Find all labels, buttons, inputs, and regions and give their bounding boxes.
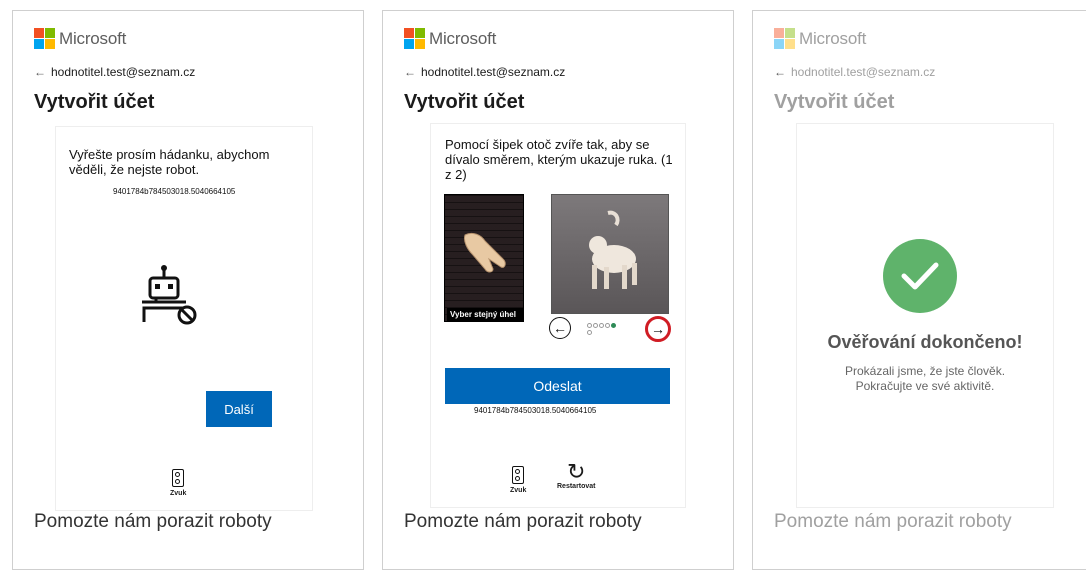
- back-to-email[interactable]: ← hodnotitel.test@seznam.cz: [404, 65, 565, 79]
- animal-figure-icon: [589, 210, 637, 289]
- reference-hand-image: Vyber stejný úhel: [444, 194, 524, 322]
- help-heading: Pomozte nám porazit roboty: [34, 511, 272, 532]
- account-email: hodnotitel.test@seznam.cz: [421, 65, 566, 79]
- microsoft-logo: Microsoft: [774, 28, 866, 49]
- page-title: Vytvořit účet: [34, 91, 155, 113]
- microsoft-logo-icon: [34, 28, 55, 49]
- captcha-panel-complete: Microsoft ← hodnotitel.test@seznam.cz Vyt…: [752, 10, 1086, 570]
- rotate-right-button[interactable]: →: [645, 316, 671, 342]
- sound-label: Zvuk: [510, 487, 527, 494]
- puzzle-frame: Vyřešte prosím hádanku, abychom věděli, …: [55, 126, 313, 511]
- audio-challenge-button[interactable]: Zvuk: [510, 466, 526, 494]
- audio-challenge-button[interactable]: Zvuk: [170, 469, 186, 497]
- verification-message: Prokázali jsme, že jste člověk. Pokračuj…: [797, 364, 1053, 394]
- robot-icon: [142, 265, 197, 325]
- back-to-email[interactable]: ← hodnotitel.test@seznam.cz: [774, 65, 935, 79]
- page-title: Vytvořit účet: [404, 91, 525, 113]
- microsoft-logo: Microsoft: [34, 28, 126, 49]
- rotate-left-button[interactable]: ←: [549, 317, 571, 339]
- arrow-right-icon: →: [651, 321, 665, 337]
- rotation-progress-extra: [587, 330, 592, 335]
- microsoft-logo-icon: [404, 28, 425, 49]
- help-heading: Pomozte nám porazit roboty: [404, 511, 642, 532]
- rotation-controls: ← →: [549, 315, 671, 343]
- captcha-panel-intro: Microsoft ← hodnotitel.test@seznam.cz Vyt…: [12, 10, 364, 570]
- refresh-icon: ↻: [567, 459, 586, 484]
- checkmark-icon: [883, 239, 957, 313]
- speaker-icon: [512, 466, 525, 484]
- session-id: 9401784b784503018.5040664105: [474, 406, 597, 415]
- back-arrow-icon: ←: [34, 65, 46, 79]
- puzzle-prompt: Pomocí šipek otoč zvíře tak, aby se díva…: [445, 137, 673, 182]
- help-heading: Pomozte nám porazit roboty: [774, 511, 1012, 532]
- microsoft-logo: Microsoft: [404, 28, 496, 49]
- back-arrow-icon: ←: [404, 65, 416, 79]
- rotatable-animal-image: [551, 194, 669, 314]
- brand-name: Microsoft: [799, 28, 867, 48]
- verification-line-1: Prokázali jsme, že jste člověk.: [844, 364, 1006, 378]
- page-title: Vytvořit účet: [774, 91, 895, 113]
- account-email: hodnotitel.test@seznam.cz: [51, 65, 196, 79]
- submit-button[interactable]: Odeslat: [445, 368, 670, 404]
- sound-label: Zvuk: [170, 490, 187, 497]
- verification-line-2: Pokračujte ve své aktivitě.: [855, 379, 995, 393]
- captcha-panel-puzzle: Microsoft ← hodnotitel.test@seznam.cz Vyt…: [382, 10, 734, 570]
- puzzle-frame: Pomocí šipek otoč zvíře tak, aby se díva…: [430, 123, 686, 508]
- rotation-progress: [587, 323, 616, 328]
- pointing-hand-icon: [464, 232, 506, 273]
- microsoft-logo-icon: [774, 28, 795, 49]
- reference-label: Vyber stejný úhel: [447, 308, 523, 321]
- verification-title: Ověřování dokončeno!: [827, 332, 1023, 352]
- account-email: hodnotitel.test@seznam.cz: [791, 65, 936, 79]
- verification-result-frame: Ověřování dokončeno! Prokázali jsme, že …: [796, 123, 1054, 508]
- session-id: 9401784b784503018.5040664105: [113, 187, 236, 196]
- puzzle-prompt: Vyřešte prosím hádanku, abychom věděli, …: [69, 147, 270, 177]
- brand-name: Microsoft: [429, 28, 497, 48]
- speaker-icon: [172, 469, 185, 487]
- next-button[interactable]: Další: [206, 391, 272, 427]
- brand-name: Microsoft: [59, 28, 127, 48]
- back-arrow-icon: ←: [774, 65, 786, 79]
- restart-button[interactable]: ↻ Restartovat: [557, 459, 596, 491]
- back-to-email[interactable]: ← hodnotitel.test@seznam.cz: [34, 65, 195, 79]
- restart-label: Restartovat: [557, 483, 596, 490]
- arrow-left-icon: ←: [553, 320, 567, 336]
